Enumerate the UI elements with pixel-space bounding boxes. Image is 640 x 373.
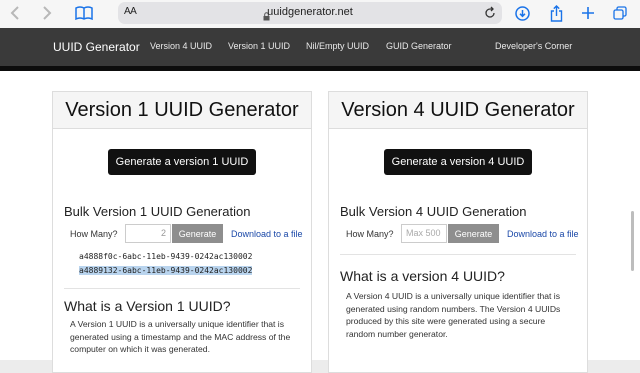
v1-uuid-1[interactable]: a4888f0c-6abc-11eb-9439-0242ac130002	[79, 252, 252, 261]
address-bar[interactable]: AA uuidgenerator.net	[118, 2, 502, 24]
back-icon[interactable]	[8, 3, 22, 23]
generate-v4-button[interactable]: Generate a version 4 UUID	[384, 149, 532, 175]
forward-icon[interactable]	[40, 3, 54, 23]
v1-divider	[64, 288, 300, 289]
nav-link-version1[interactable]: Version 1 UUID	[228, 41, 290, 51]
url-text: uuidgenerator.net	[267, 6, 353, 18]
nav-link-nil-empty[interactable]: Nil/Empty UUID	[306, 41, 369, 51]
v4-title: Version 4 UUID Generator	[341, 99, 575, 121]
v1-bulk-generate-button[interactable]: Generate	[172, 224, 223, 243]
v4-what-title: What is a version 4 UUID?	[340, 268, 505, 284]
v4-bulk-title: Bulk Version 4 UUID Generation	[340, 204, 527, 219]
v1-quantity-input[interactable]: 2	[125, 224, 171, 243]
v1-what-title: What is a Version 1 UUID?	[64, 298, 231, 314]
v4-card-header: Version 4 UUID Generator	[329, 92, 587, 129]
v4-quantity-input[interactable]: Max 500	[401, 224, 447, 243]
downloads-icon[interactable]	[514, 3, 530, 23]
new-tab-icon[interactable]	[580, 3, 596, 23]
v4-bulk-generate-button[interactable]: Generate	[448, 224, 499, 243]
nav-link-version4[interactable]: Version 4 UUID	[150, 41, 212, 51]
v4-what-text: A Version 4 UUID is a universally unique…	[346, 291, 561, 339]
v1-title: Version 1 UUID Generator	[65, 99, 299, 121]
nav-link-guid[interactable]: GUID Generator	[386, 41, 452, 51]
v4-divider	[340, 254, 576, 255]
v1-uuid-2[interactable]: a4889132-6abc-11eb-9439-0242ac130002	[79, 266, 253, 275]
v4-how-many-label: How Many?	[346, 229, 394, 239]
v4-card: Version 4 UUID Generator Generate a vers…	[328, 91, 588, 373]
v1-download-link[interactable]: Download to a file	[231, 229, 303, 239]
v1-how-many-label: How Many?	[70, 229, 118, 239]
share-icon[interactable]	[548, 3, 564, 23]
scroll-indicator[interactable]	[631, 211, 634, 271]
reload-icon[interactable]	[484, 6, 496, 24]
v4-download-link[interactable]: Download to a file	[507, 229, 579, 239]
site-navbar: UUID Generator Version 4 UUID Version 1 …	[0, 28, 640, 66]
bookmarks-icon[interactable]	[74, 3, 94, 23]
brand-link[interactable]: UUID Generator	[53, 40, 140, 54]
nav-link-developers-corner[interactable]: Developer's Corner	[495, 41, 572, 51]
v1-card: Version 1 UUID Generator Generate a vers…	[52, 91, 312, 373]
v1-bulk-title: Bulk Version 1 UUID Generation	[64, 204, 251, 219]
browser-toolbar: AA uuidgenerator.net	[0, 0, 640, 28]
tabs-icon[interactable]	[612, 3, 628, 23]
v1-card-header: Version 1 UUID Generator	[53, 92, 311, 129]
generate-v1-button[interactable]: Generate a version 1 UUID	[108, 149, 256, 175]
v1-what-text: A Version 1 UUID is a universally unique…	[70, 319, 291, 354]
